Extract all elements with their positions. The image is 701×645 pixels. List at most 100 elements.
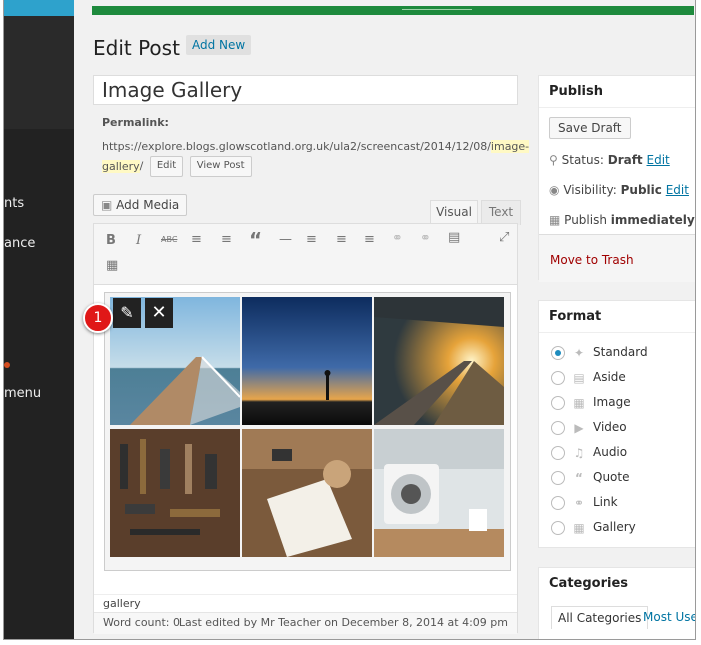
radio-quote[interactable] <box>551 470 565 485</box>
sidebar-item-collapse-menu[interactable]: menu <box>4 386 41 401</box>
sidebar-item-comments[interactable]: nts <box>4 196 24 211</box>
move-to-trash-link[interactable]: Move to Trash <box>550 253 634 267</box>
toolbar-toggle-icon[interactable]: ▦ <box>106 258 118 273</box>
add-new-button[interactable]: Add New <box>186 35 252 55</box>
post-editor: B I ABC ≡ ≡ “ — ≡ ≡ ≡ ⚭ ⚭ ▤ ⤢ ▦ ✎ ✕ gall… <box>93 223 518 634</box>
tab-text[interactable]: Text <box>481 200 521 225</box>
last-edited: Last edited by Mr Teacher on December 8,… <box>178 616 508 629</box>
radio-image[interactable] <box>551 395 565 410</box>
format-option-quote[interactable]: “ Quote <box>551 470 629 485</box>
link-icon: ⚭ <box>573 495 585 510</box>
add-media-label: Add Media <box>116 198 180 212</box>
gallery-image-train-station[interactable] <box>374 297 504 425</box>
visibility-label: Visibility: <box>563 183 617 197</box>
publish-actions: Move to Trash <box>539 234 695 282</box>
gallery-edit-button[interactable]: ✎ <box>113 298 141 328</box>
unlink-icon[interactable]: ⚭ <box>420 231 431 246</box>
radio-link[interactable] <box>551 495 565 510</box>
visibility-edit-link[interactable]: Edit <box>666 183 689 197</box>
gallery-block[interactable] <box>104 292 511 571</box>
radio-audio[interactable] <box>551 445 565 460</box>
close-icon: ✕ <box>151 302 167 323</box>
page-title: Edit Post <box>93 36 180 60</box>
tab-visual[interactable]: Visual <box>430 200 478 225</box>
radio-gallery[interactable] <box>551 520 565 535</box>
radio-video[interactable] <box>551 420 565 435</box>
numbered-list-icon[interactable]: ≡ <box>221 232 232 247</box>
gallery-image-sunset[interactable] <box>242 297 372 425</box>
sidebar-notification-dot <box>4 362 10 368</box>
pencil-icon: ✎ <box>120 303 134 322</box>
permalink-suffix: / <box>139 159 144 173</box>
editor-toolbar: B I ABC ≡ ≡ “ — ≡ ≡ ≡ ⚭ ⚭ ▤ ⤢ ▦ <box>94 224 517 285</box>
status-edit-link[interactable]: Edit <box>647 153 670 167</box>
permalink-slug[interactable]: image- <box>490 140 530 153</box>
fullscreen-icon[interactable]: ⤢ <box>499 230 509 245</box>
aside-icon: ▤ <box>573 370 585 385</box>
tab-all-categories[interactable]: All Categories <box>551 606 649 629</box>
format-box-title: Format <box>539 301 695 333</box>
format-label-aside: Aside <box>593 370 626 384</box>
gallery-image-speaker[interactable] <box>374 429 504 557</box>
permalink-label: Permalink: <box>102 116 169 129</box>
format-box: Format ✦ Standard ▤ Aside ▦ Image ▶ Video ♫ A… <box>538 300 695 548</box>
browser-frame: nts ance menu Edit Post Add New Image Ga… <box>3 0 696 640</box>
edit-slug-button[interactable]: Edit <box>149 156 184 177</box>
visibility-row: ◉ Visibility: Public Edit <box>549 183 689 197</box>
gallery-remove-button[interactable]: ✕ <box>145 298 173 328</box>
tab-most-used[interactable]: Most Usec <box>643 610 695 624</box>
gallery-image-tools[interactable] <box>110 429 240 557</box>
format-option-image[interactable]: ▦ Image <box>551 395 631 410</box>
add-media-button[interactable]: ▣ Add Media <box>93 194 188 216</box>
read-more-icon[interactable]: ▤ <box>448 230 460 245</box>
bold-icon[interactable]: B <box>106 233 116 248</box>
permalink-url[interactable]: https://explore.blogs.glowscotland.org.u… <box>102 140 491 153</box>
italic-icon[interactable]: I <box>136 233 141 248</box>
post-title-input[interactable]: Image Gallery <box>93 75 518 105</box>
schedule-row: ▦ Publish immediately Ec <box>549 213 695 227</box>
bullet-list-icon[interactable]: ≡ <box>191 232 202 247</box>
format-label-standard: Standard <box>593 345 648 359</box>
gallery-icon: ▦ <box>573 520 585 535</box>
editor-status-bar: Word count: 0 Last edited by Mr Teacher … <box>94 612 517 634</box>
gallery-image-notebook[interactable] <box>242 429 372 557</box>
permalink: https://explore.blogs.glowscotland.org.u… <box>102 137 530 177</box>
format-label-gallery: Gallery <box>593 520 636 534</box>
format-option-audio[interactable]: ♫ Audio <box>551 445 627 460</box>
sidebar-item-appearance[interactable]: ance <box>4 236 35 251</box>
align-right-icon[interactable]: ≡ <box>364 232 375 247</box>
align-left-icon[interactable]: ≡ <box>306 232 317 247</box>
format-option-standard[interactable]: ✦ Standard <box>551 345 648 360</box>
format-label-image: Image <box>593 395 631 409</box>
radio-aside[interactable] <box>551 370 565 385</box>
image-icon: ▦ <box>573 395 585 410</box>
status-label: Status: <box>561 153 604 167</box>
step-badge: 1 <box>83 303 113 333</box>
sidebar-active-top <box>4 0 74 16</box>
radio-standard[interactable] <box>551 345 565 360</box>
blockquote-icon[interactable]: “ <box>249 228 262 252</box>
format-option-video[interactable]: ▶ Video <box>551 420 627 435</box>
quote-icon: “ <box>575 470 583 485</box>
link-icon[interactable]: ⚭ <box>392 231 403 246</box>
strikethrough-icon[interactable]: ABC <box>161 235 177 244</box>
format-option-aside[interactable]: ▤ Aside <box>551 370 626 385</box>
status-row: ⚲ Status: Draft Edit <box>549 153 670 167</box>
audio-icon: ♫ <box>573 445 585 460</box>
visibility-value: Public <box>620 183 662 197</box>
permalink-slug-cont[interactable]: gallery <box>102 159 140 173</box>
calendar-icon: ▦ <box>549 213 561 227</box>
view-post-button[interactable]: View Post <box>189 156 252 177</box>
save-draft-button[interactable]: Save Draft <box>549 117 631 139</box>
notice-bar <box>92 6 694 15</box>
horizontal-line-icon[interactable]: — <box>279 232 292 247</box>
pin-icon: ✦ <box>573 345 585 360</box>
video-icon: ▶ <box>574 420 584 435</box>
format-option-gallery[interactable]: ▦ Gallery <box>551 520 636 535</box>
word-count: Word count: 0 <box>103 616 181 629</box>
format-option-link[interactable]: ⚭ Link <box>551 495 618 510</box>
format-label-video: Video <box>593 420 627 434</box>
sidebar-submenu <box>4 16 74 129</box>
publish-value: immediately <box>610 213 695 227</box>
align-center-icon[interactable]: ≡ <box>336 232 347 247</box>
